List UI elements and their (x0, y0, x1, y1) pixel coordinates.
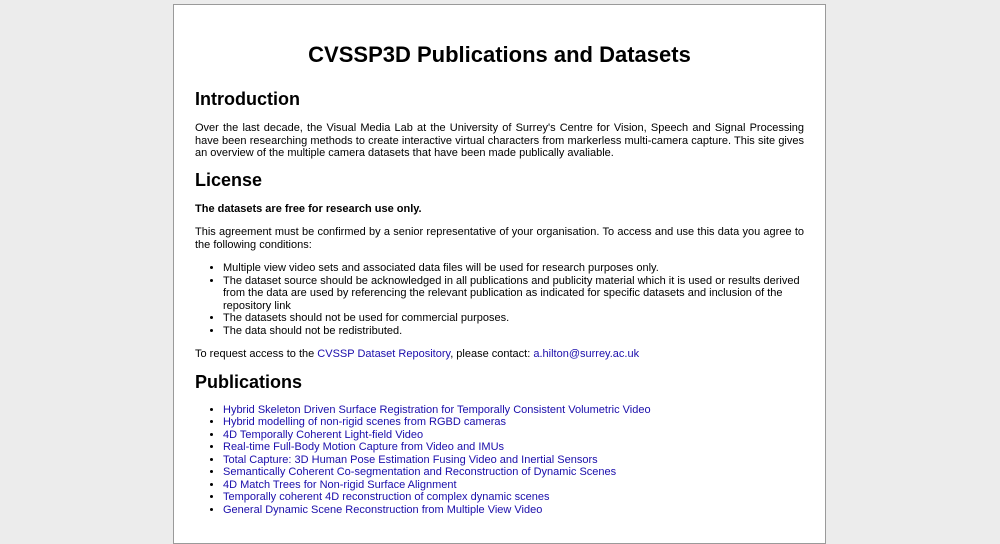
publication-item: Total Capture: 3D Human Pose Estimation … (223, 454, 804, 467)
access-middle: , please contact: (450, 348, 534, 360)
publication-link[interactable]: Real-time Full-Body Motion Capture from … (223, 441, 504, 453)
document-page: CVSSP3D Publications and Datasets Introd… (173, 4, 826, 544)
condition-item: The datasets should not be used for comm… (223, 312, 804, 325)
license-conditions-list: Multiple view video sets and associated … (195, 262, 804, 337)
publication-link[interactable]: Temporally coherent 4D reconstruction of… (223, 491, 549, 503)
dataset-repository-link[interactable]: CVSSP Dataset Repository (317, 348, 450, 360)
publication-item: Hybrid Skeleton Driven Surface Registrat… (223, 404, 804, 417)
publication-item: 4D Temporally Coherent Light-field Video (223, 429, 804, 442)
publication-link[interactable]: 4D Match Trees for Non-rigid Surface Ali… (223, 479, 457, 491)
publication-link[interactable]: General Dynamic Scene Reconstruction fro… (223, 504, 542, 516)
publication-link[interactable]: Total Capture: 3D Human Pose Estimation … (223, 454, 598, 466)
contact-email-link[interactable]: a.hilton@surrey.ac.uk (533, 348, 639, 360)
publication-item: Semantically Coherent Co-segmentation an… (223, 466, 804, 479)
license-heading: License (195, 169, 263, 190)
publication-item: Temporally coherent 4D reconstruction of… (223, 491, 804, 504)
publications-list: Hybrid Skeleton Driven Surface Registrat… (195, 404, 804, 517)
access-request-text: To request access to the CVSSP Dataset R… (195, 348, 804, 361)
publication-link[interactable]: Hybrid Skeleton Driven Surface Registrat… (223, 404, 651, 416)
introduction-text: Over the last decade, the Visual Media L… (195, 122, 804, 159)
condition-item: The data should not be redistributed. (223, 325, 804, 338)
introduction-heading: Introduction (195, 89, 300, 109)
condition-item: The dataset source should be acknowledge… (223, 275, 804, 313)
access-prefix: To request access to the (195, 348, 318, 360)
page-title: CVSSP3D Publications and Datasets (308, 42, 691, 67)
publication-link[interactable]: Hybrid modelling of non-rigid scenes fro… (223, 416, 506, 428)
publication-item: 4D Match Trees for Non-rigid Surface Ali… (223, 479, 804, 492)
publication-link[interactable]: 4D Temporally Coherent Light-field Video (223, 429, 423, 441)
publication-item: Real-time Full-Body Motion Capture from … (223, 441, 804, 454)
condition-item: Multiple view video sets and associated … (223, 262, 804, 275)
publication-item: General Dynamic Scene Reconstruction fro… (223, 504, 804, 517)
license-agreement-text: This agreement must be confirmed by a se… (195, 226, 804, 251)
license-free-note: The datasets are free for research use o… (195, 202, 422, 215)
publication-item: Hybrid modelling of non-rigid scenes fro… (223, 416, 804, 429)
publications-heading: Publications (195, 371, 303, 392)
publication-link[interactable]: Semantically Coherent Co-segmentation an… (223, 466, 616, 478)
